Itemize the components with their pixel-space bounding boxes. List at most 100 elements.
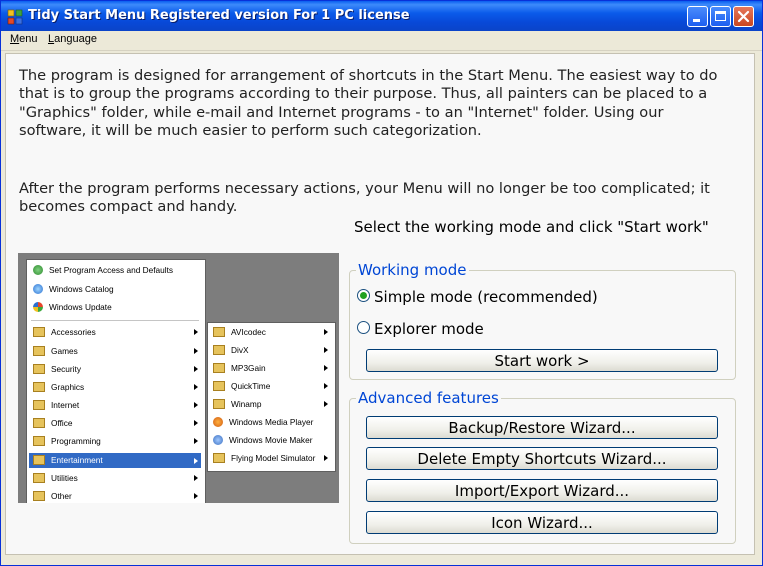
backup-restore-wizard-button[interactable]: Backup/Restore Wizard... (366, 416, 718, 439)
folder-icon (33, 472, 45, 483)
illus-label: Other (51, 491, 72, 501)
advanced-features-title: Advanced features (356, 389, 501, 407)
working-mode-group: Working mode Simple mode (recommended) E… (349, 261, 736, 380)
chevron-right-icon (324, 383, 328, 389)
illus-label: Accessories (51, 327, 96, 337)
windows-catalog-icon (33, 283, 43, 294)
illus-label: Flying Model Simulator (231, 453, 316, 463)
illus-submenu-item: QuickTime (213, 380, 331, 392)
chevron-right-icon (324, 347, 328, 353)
illus-folder-item: Accessories (33, 326, 201, 338)
chevron-right-icon (194, 329, 198, 335)
folder-icon (213, 362, 225, 373)
illus-label: Programming (51, 436, 101, 446)
illus-label: AVIcodec (231, 327, 266, 337)
illus-label: MP3Gain (231, 363, 266, 373)
illustration-main-menu: Set Program Access and Defaults Windows … (26, 259, 206, 503)
menu-menu[interactable]: Menu (10, 33, 38, 45)
app-grid-icon[interactable] (7, 9, 23, 25)
close-button[interactable] (733, 6, 754, 27)
folder-icon (213, 452, 225, 463)
program-access-icon (33, 264, 43, 275)
illus-folder-item: Other (33, 490, 201, 502)
icon-wizard-button[interactable]: Icon Wizard... (366, 511, 718, 534)
chevron-right-icon (194, 366, 198, 372)
delete-empty-shortcuts-wizard-button[interactable]: Delete Empty Shortcuts Wizard... (366, 447, 718, 470)
windows-update-icon (33, 301, 43, 312)
illus-label: Internet (51, 400, 80, 410)
illus-submenu-item: Flying Model Simulator (213, 452, 331, 464)
illus-folder-item: Games (33, 345, 201, 357)
app-window: Tidy Start Menu Registered version For 1… (0, 0, 763, 566)
folder-icon (33, 417, 45, 428)
simple-mode-radio[interactable]: Simple mode (recommended) (357, 288, 598, 306)
minimize-icon (693, 19, 700, 22)
illus-folder-item: Office (33, 417, 201, 429)
title-bar[interactable]: Tidy Start Menu Registered version For 1… (1, 1, 762, 31)
close-icon (737, 10, 750, 23)
illus-submenu-item: AVIcodec (213, 326, 331, 338)
instruction-text: Select the working mode and click "Start… (354, 218, 709, 236)
radio-unselected-icon (357, 321, 370, 334)
folder-icon (33, 435, 45, 446)
illus-item-windows-update: Windows Update (33, 301, 112, 313)
intro-text: The program is designed for arrangement … (19, 67, 718, 140)
minimize-button[interactable] (687, 6, 708, 27)
illus-label: Utilities (51, 473, 78, 483)
explorer-mode-radio[interactable]: Explorer mode (357, 320, 484, 338)
window-title: Tidy Start Menu Registered version For 1… (28, 8, 410, 23)
menu-bar: Menu Language (1, 31, 762, 51)
illus-label: Graphics (51, 382, 85, 392)
illus-label: DivX (231, 345, 249, 355)
chevron-right-icon (324, 365, 328, 371)
maximize-icon (715, 11, 726, 21)
chevron-right-icon (194, 438, 198, 444)
menu-language[interactable]: Language (48, 33, 97, 45)
chevron-right-icon (194, 475, 198, 481)
illus-label: Games (51, 346, 78, 356)
chevron-right-icon (194, 384, 198, 390)
illus-label: Entertainment (51, 455, 103, 465)
illus-label: Winamp (231, 399, 262, 409)
folder-icon (33, 381, 45, 392)
illus-label: Windows Media Player (229, 417, 314, 427)
advanced-features-group: Advanced features Backup/Restore Wizard.… (349, 389, 736, 544)
illus-folder-item: Security (33, 363, 201, 375)
illus-label: Security (51, 364, 81, 374)
folder-icon (213, 398, 225, 409)
working-mode-title: Working mode (356, 261, 469, 279)
chevron-right-icon (194, 458, 198, 464)
illus-submenu-item: Windows Movie Maker (213, 434, 331, 446)
folder-icon (213, 380, 225, 391)
start-menu-illustration: Set Program Access and Defaults Windows … (18, 253, 339, 503)
chevron-right-icon (194, 493, 198, 499)
illus-folder-item: Graphics (33, 381, 201, 393)
import-export-wizard-button[interactable]: Import/Export Wizard... (366, 479, 718, 502)
illus-item-program-access: Set Program Access and Defaults (33, 264, 174, 276)
illus-folder-item: Programming (33, 435, 201, 447)
media-player-icon (213, 416, 223, 427)
outro-text: After the program performs necessary act… (19, 180, 710, 216)
illus-folder-item: Utilities (33, 472, 201, 484)
folder-icon (33, 363, 45, 374)
illus-folder-item-selected: Entertainment (29, 453, 201, 468)
folder-icon (33, 399, 45, 410)
folder-icon (33, 326, 45, 337)
illus-folder-item: Internet (33, 399, 201, 411)
illus-submenu-item: Windows Media Player (213, 416, 331, 428)
illus-label: QuickTime (231, 381, 271, 391)
illus-label: Windows Catalog (49, 284, 114, 294)
illus-submenu-item: MP3Gain (213, 362, 331, 374)
folder-icon (213, 326, 225, 337)
folder-icon (33, 345, 45, 356)
illus-separator (31, 320, 199, 321)
chevron-right-icon (194, 348, 198, 354)
main-panel: The program is designed for arrangement … (5, 53, 755, 555)
radio-selected-icon (357, 289, 370, 302)
illus-label: Set Program Access and Defaults (49, 265, 174, 275)
chevron-right-icon (324, 329, 328, 335)
maximize-button[interactable] (710, 6, 731, 27)
start-work-button[interactable]: Start work > (366, 349, 718, 372)
explorer-mode-label: Explorer mode (374, 320, 484, 338)
illustration-submenu: AVIcodec DivX MP3Gain QuickTime Winamp W… (207, 322, 336, 472)
